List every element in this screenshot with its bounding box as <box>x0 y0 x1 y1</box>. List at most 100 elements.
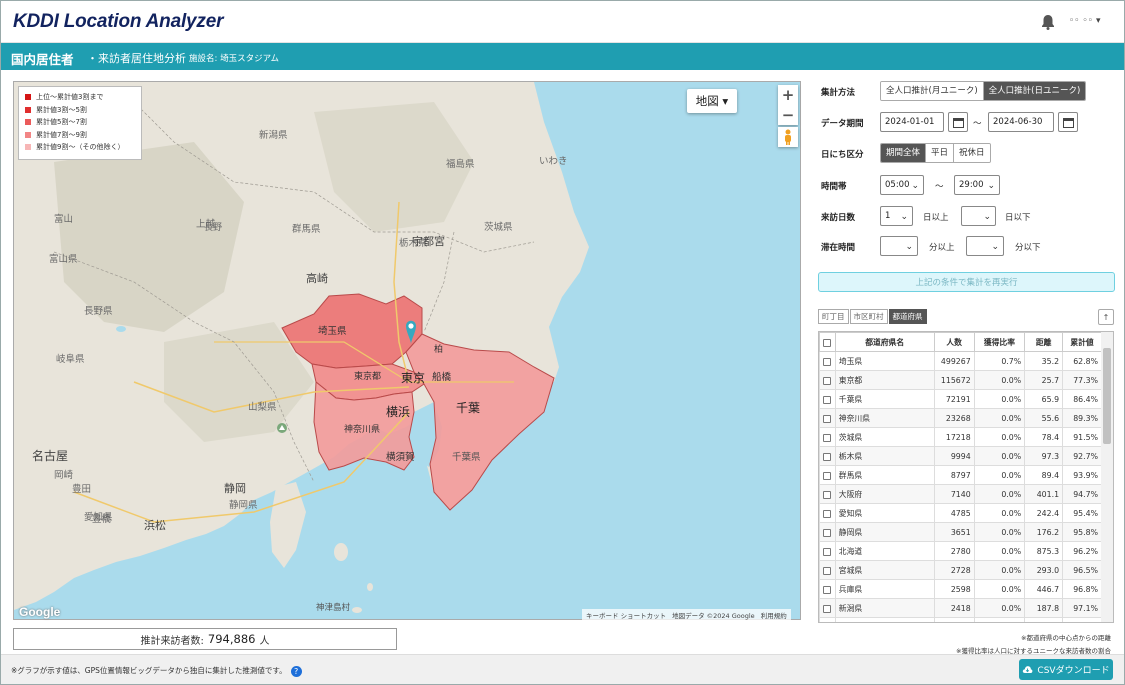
row-checkbox[interactable] <box>819 503 836 523</box>
map-label-yokohama: 横浜 <box>386 405 410 419</box>
cell-count: 2728 <box>933 560 975 580</box>
table-row[interactable]: 茨城県 17218 0.0% 78.4 91.5% <box>819 427 1102 447</box>
table-row[interactable]: 大阪府 7140 0.0% 401.1 94.7% <box>819 484 1102 504</box>
start-date-field[interactable]: 2024-01-01 <box>880 112 944 132</box>
day-option-weekday[interactable]: 平日 <box>926 144 955 162</box>
cell-ratio: 0.0% <box>973 503 1026 523</box>
app-logo[interactable]: KDDI Location Analyzer <box>13 11 223 33</box>
time-end-select[interactable]: 29:00 ⌄ <box>954 175 1000 195</box>
user-menu[interactable]: ◦◦ ◦◦ ▾ <box>1069 16 1101 26</box>
table-row[interactable]: 群馬県 8797 0.0% 89.4 93.9% <box>819 465 1102 485</box>
terms-link[interactable]: 利用規約 <box>761 610 787 620</box>
table-row[interactable]: 宮城県 2728 0.0% 293.0 96.5% <box>819 560 1102 580</box>
cell-ratio: 0.0% <box>973 408 1026 428</box>
row-checkbox[interactable] <box>819 351 836 371</box>
row-checkbox[interactable] <box>819 465 836 485</box>
cell-ratio: 0.0% <box>973 427 1026 447</box>
cell-ratio: 0.0% <box>973 617 1026 622</box>
method-option-monthly[interactable]: 全人口推計(月ユニーク) <box>881 82 984 100</box>
end-calendar-icon[interactable] <box>1058 112 1078 132</box>
chevron-down-icon: ⌄ <box>987 181 995 191</box>
visit-min-value: 1 <box>885 211 891 221</box>
csv-download-button[interactable]: CSVダウンロード <box>1019 659 1113 680</box>
map-label-kanagawa: 神奈川県 <box>344 423 380 434</box>
col-count[interactable]: 人数 <box>933 332 975 352</box>
table-row[interactable]: 埼玉県 499267 0.7% 35.2 62.8% <box>819 351 1102 371</box>
col-ratio[interactable]: 獲得比率 <box>973 332 1026 352</box>
cell-prefecture: 群馬県 <box>834 465 935 485</box>
start-calendar-icon[interactable] <box>948 112 968 132</box>
map-view[interactable]: 新潟県 福島県 いわき 上越 長野 群馬県 栃木県 宇都宮 茨城県 富山 富山県… <box>13 81 801 620</box>
map-canvas[interactable]: 新潟県 福島県 いわき 上越 長野 群馬県 栃木県 宇都宮 茨城県 富山 富山県… <box>14 82 801 620</box>
row-checkbox[interactable] <box>819 389 836 409</box>
col-prefecture[interactable]: 都道府県名 <box>834 332 935 352</box>
scroll-top-button[interactable]: ↑ <box>1098 309 1114 325</box>
table-row[interactable]: 静岡県 3651 0.0% 176.2 95.8% <box>819 522 1102 542</box>
col-cumulative[interactable]: 累計値 <box>1062 332 1102 352</box>
col-distance[interactable]: 距離 <box>1024 332 1064 352</box>
tab-town[interactable]: 町丁目 <box>818 309 849 324</box>
row-checkbox[interactable] <box>819 427 836 447</box>
visit-min-select[interactable]: 1 ⌄ <box>880 206 913 226</box>
map-data-credit: 地図データ ©2024 Google <box>672 611 755 620</box>
map-label-kozushima: 神津島村 <box>316 602 351 612</box>
table-row[interactable]: 栃木県 9994 0.0% 97.3 92.7% <box>819 446 1102 466</box>
visit-days-label: 来訪日数 <box>821 213 856 223</box>
table-row[interactable]: 福岡県22830.0%175.597.4% <box>819 617 1102 622</box>
distance-footnote: ※都道府県の中心点からの距離 <box>1021 634 1111 642</box>
tab-municipality[interactable]: 市区町村 <box>849 309 888 324</box>
row-checkbox[interactable] <box>819 617 836 622</box>
cell-ratio: 0.0% <box>973 370 1026 390</box>
cell-distance: 875.3 <box>1024 541 1064 561</box>
cell-prefecture: 千葉県 <box>834 389 935 409</box>
page-title-bar: 国内居住者 ・来訪者居住地分析 施設名: 埼玉スタジアム <box>1 43 1124 70</box>
method-option-daily[interactable]: 全人口推計(日ユニーク) <box>983 82 1086 100</box>
help-icon[interactable]: ? <box>290 665 302 677</box>
day-option-holiday[interactable]: 祝休日 <box>954 144 990 162</box>
select-all-checkbox[interactable] <box>819 332 836 352</box>
table-row[interactable]: 東京都 115672 0.0% 25.7 77.3% <box>819 370 1102 390</box>
row-checkbox[interactable] <box>819 446 836 466</box>
row-checkbox[interactable] <box>819 560 836 580</box>
cell-distance: 35.2 <box>1024 351 1064 371</box>
cell-ratio: 0.0% <box>973 579 1026 599</box>
cell-cumulative: 91.5% <box>1062 427 1102 447</box>
prefecture-table[interactable]: 都道府県名 人数 獲得比率 距離 累計値 埼玉県 499267 0.7% 35.2 62… <box>818 331 1114 623</box>
cell-prefecture: 北海道 <box>834 541 935 561</box>
row-checkbox[interactable] <box>819 484 836 504</box>
row-checkbox[interactable] <box>819 598 836 618</box>
cell-cumulative: 95.4% <box>1062 503 1102 523</box>
scrollbar-thumb[interactable] <box>1103 348 1111 444</box>
time-start-select[interactable]: 05:00 ⌄ <box>880 175 924 195</box>
cell-distance: 89.4 <box>1024 465 1064 485</box>
map-type-button[interactable]: 地図 ▾ <box>687 89 737 113</box>
table-row[interactable]: 千葉県 72191 0.0% 65.9 86.4% <box>819 389 1102 409</box>
row-checkbox[interactable] <box>819 541 836 561</box>
table-scrollbar[interactable] <box>1101 332 1113 622</box>
legend-swatch <box>25 94 31 101</box>
stay-min-select[interactable]: ⌄ <box>880 236 918 256</box>
row-checkbox[interactable] <box>819 408 836 428</box>
visit-max-select[interactable]: ⌄ <box>961 206 996 226</box>
notification-bell-icon[interactable] <box>1041 14 1055 34</box>
row-checkbox[interactable] <box>819 579 836 599</box>
rerun-aggregation-button[interactable]: 上記の条件で集計を再実行 <box>818 272 1115 292</box>
time-end-value: 29:00 <box>959 180 984 190</box>
end-date-field[interactable]: 2024-06-30 <box>988 112 1054 132</box>
chevron-down-icon: ⌄ <box>991 242 999 252</box>
day-option-all[interactable]: 期間全体 <box>881 144 927 162</box>
keyboard-shortcuts-link[interactable]: キーボード ショートカット <box>586 610 666 620</box>
table-row[interactable]: 兵庫県 2598 0.0% 446.7 96.8% <box>819 579 1102 599</box>
stay-max-select[interactable]: ⌄ <box>966 236 1004 256</box>
row-checkbox[interactable] <box>819 370 836 390</box>
table-row[interactable]: 愛知県 4785 0.0% 242.4 95.4% <box>819 503 1102 523</box>
street-view-pegman-icon[interactable] <box>778 127 798 147</box>
row-checkbox[interactable] <box>819 522 836 542</box>
total-visitors-unit: 人 <box>259 635 270 647</box>
zoom-in-button[interactable]: + <box>778 85 798 105</box>
table-row[interactable]: 新潟県 2418 0.0% 187.8 97.1% <box>819 598 1102 618</box>
tab-prefecture[interactable]: 都道府県 <box>888 309 927 324</box>
zoom-out-button[interactable]: − <box>778 105 798 125</box>
table-row[interactable]: 北海道 2780 0.0% 875.3 96.2% <box>819 541 1102 561</box>
table-row[interactable]: 神奈川県 23268 0.0% 55.6 89.3% <box>819 408 1102 428</box>
